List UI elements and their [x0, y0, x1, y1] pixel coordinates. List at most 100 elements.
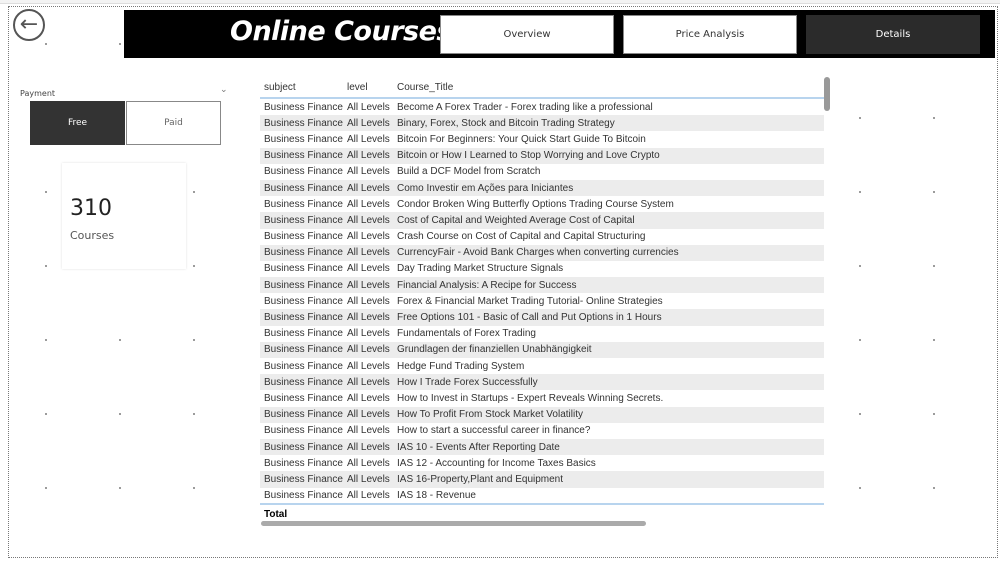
cell-subject: Business Finance: [264, 101, 343, 113]
cell-course-title: How To Profit From Stock Market Volatili…: [397, 409, 583, 421]
table-row[interactable]: Business Finance All Levels How I Trade Fo…: [260, 374, 824, 391]
cell-level: All Levels: [347, 182, 390, 194]
cell-course-title: IAS 18 - Revenue: [397, 490, 476, 502]
cell-course-title: Financial Analysis: A Recipe for Success: [397, 279, 577, 291]
column-header-level[interactable]: level: [344, 82, 394, 93]
cell-subject: Business Finance: [264, 409, 343, 421]
cell-subject: Business Finance: [264, 166, 343, 178]
column-header-course-title[interactable]: Course_Title: [394, 82, 824, 93]
table-row[interactable]: Business Finance All Levels IAS 12 - Accou…: [260, 455, 824, 471]
cell-level: All Levels: [347, 231, 390, 243]
table-row[interactable]: Business Finance All Levels Como Investir …: [260, 179, 824, 197]
table-row[interactable]: Business Finance All Levels Become A Forex…: [260, 99, 824, 115]
table-row[interactable]: Business Finance All Levels Day Trading Ma…: [260, 261, 824, 277]
table-row[interactable]: Business Finance All Levels IAS 16-Propert…: [260, 471, 824, 488]
cell-level: All Levels: [347, 133, 390, 145]
cell-course-title: Day Trading Market Structure Signals: [397, 263, 564, 275]
cell-level: All Levels: [347, 409, 390, 421]
cell-course-title: Build a DCF Model from Scratch: [397, 166, 541, 178]
table-row[interactable]: Business Finance All Levels IAS 10 - Event…: [260, 438, 824, 456]
cell-subject: Business Finance: [264, 360, 343, 372]
cell-course-title: How I Trade Forex Successfully: [397, 376, 538, 388]
cell-course-title: How to Invest in Startups - Expert Revea…: [397, 392, 664, 404]
cell-subject: Business Finance: [264, 214, 343, 226]
nav-price-analysis-button[interactable]: Price Analysis: [623, 15, 797, 54]
cell-subject: Business Finance: [264, 344, 343, 356]
cell-subject: Business Finance: [264, 425, 343, 437]
table-body: Business Finance All Levels Become A Forex…: [260, 99, 824, 504]
chevron-down-icon[interactable]: ⌄: [220, 85, 228, 95]
nav-details-button[interactable]: Details: [806, 15, 980, 54]
table-row[interactable]: Business Finance All Levels Condor Broken …: [260, 196, 824, 212]
cell-level: All Levels: [347, 295, 390, 307]
table-row[interactable]: Business Finance All Levels Hedge Fund Tra…: [260, 358, 824, 374]
table-row[interactable]: Business Finance All Levels Crash Course o…: [260, 229, 824, 245]
cell-level: All Levels: [347, 473, 390, 485]
slicer-option-paid[interactable]: Paid: [126, 101, 221, 145]
back-arrow-icon[interactable]: ←: [13, 9, 45, 41]
table-row[interactable]: Business Finance All Levels IAS 18 - Reven…: [260, 488, 824, 504]
cell-subject: Business Finance: [264, 376, 343, 388]
table-row[interactable]: Business Finance All Levels Fundamentals o…: [260, 326, 824, 342]
cell-subject: Business Finance: [264, 328, 343, 340]
cell-course-title: Grundlagen der finanziellen Unabhängigke…: [397, 344, 592, 356]
cell-level: All Levels: [347, 312, 390, 324]
cell-subject: Business Finance: [264, 198, 343, 210]
cell-course-title: How to start a successful career in fina…: [397, 425, 591, 437]
column-header-subject[interactable]: subject: [260, 82, 344, 93]
table-row[interactable]: Business Finance All Levels Bitcoin or How…: [260, 147, 824, 164]
cell-subject: Business Finance: [264, 490, 343, 502]
cell-course-title: Become A Forex Trader - Forex trading li…: [397, 101, 653, 113]
cell-level: All Levels: [347, 360, 390, 372]
cell-course-title: Free Options 101 - Basic of Call and Put…: [397, 312, 662, 324]
cell-subject: Business Finance: [264, 279, 343, 291]
cell-course-title: CurrencyFair - Avoid Bank Charges when c…: [397, 247, 679, 259]
table-row[interactable]: Business Finance All Levels Free Options 1…: [260, 309, 824, 326]
cell-subject: Business Finance: [264, 457, 343, 469]
cell-course-title: Hedge Fund Trading System: [397, 360, 525, 372]
table-row[interactable]: Business Finance All Levels Forex & Financ…: [260, 293, 824, 309]
horizontal-scrollbar[interactable]: [261, 521, 646, 526]
cell-level: All Levels: [347, 247, 390, 259]
cell-subject: Business Finance: [264, 312, 343, 324]
cell-level: All Levels: [347, 214, 390, 226]
cell-subject: Business Finance: [264, 182, 343, 194]
cell-course-title: Forex & Financial Market Trading Tutoria…: [397, 295, 663, 307]
table-row[interactable]: Business Finance All Levels Financial Anal…: [260, 277, 824, 294]
table-row[interactable]: Business Finance All Levels Build a DCF Mo…: [260, 164, 824, 180]
cell-level: All Levels: [347, 457, 390, 469]
cell-subject: Business Finance: [264, 263, 343, 275]
cell-course-title: Cost of Capital and Weighted Average Cos…: [397, 214, 635, 226]
cell-subject: Business Finance: [264, 247, 343, 259]
courses-table: subject level Course_Title Business Fina…: [260, 77, 824, 504]
cell-subject: Business Finance: [264, 295, 343, 307]
cell-level: All Levels: [347, 328, 390, 340]
table-row[interactable]: Business Finance All Levels How to start a…: [260, 423, 824, 439]
table-row[interactable]: Business Finance All Levels How to Invest …: [260, 390, 824, 406]
cell-subject: Business Finance: [264, 441, 343, 453]
card-value: 310: [70, 196, 112, 221]
table-header: subject level Course_Title: [260, 77, 824, 99]
table-row[interactable]: Business Finance All Levels Cost of Capita…: [260, 212, 824, 229]
cell-level: All Levels: [347, 263, 390, 275]
cell-course-title: IAS 12 - Accounting for Income Taxes Bas…: [397, 457, 596, 469]
table-row[interactable]: Business Finance All Levels CurrencyFair -…: [260, 244, 824, 261]
cell-level: All Levels: [347, 490, 390, 502]
top-bar: [0, 0, 1000, 4]
nav-overview-button[interactable]: Overview: [440, 15, 614, 54]
table-row[interactable]: Business Finance All Levels How To Profit …: [260, 406, 824, 423]
table-row[interactable]: Business Finance All Levels Binary, Forex,…: [260, 115, 824, 132]
vertical-scrollbar[interactable]: [824, 77, 830, 111]
cell-level: All Levels: [347, 425, 390, 437]
table-row[interactable]: Business Finance All Levels Bitcoin For Be…: [260, 131, 824, 147]
cell-level: All Levels: [347, 392, 390, 404]
cell-level: All Levels: [347, 344, 390, 356]
table-row[interactable]: Business Finance All Levels Grundlagen der…: [260, 341, 824, 358]
cell-level: All Levels: [347, 279, 390, 291]
slicer-option-free[interactable]: Free: [30, 101, 125, 145]
cell-level: All Levels: [347, 166, 390, 178]
page-title: Online Courses: [230, 16, 452, 47]
cell-subject: Business Finance: [264, 117, 343, 129]
cell-course-title: Fundamentals of Forex Trading: [397, 328, 536, 340]
courses-count-card: 310 Courses: [62, 163, 186, 269]
